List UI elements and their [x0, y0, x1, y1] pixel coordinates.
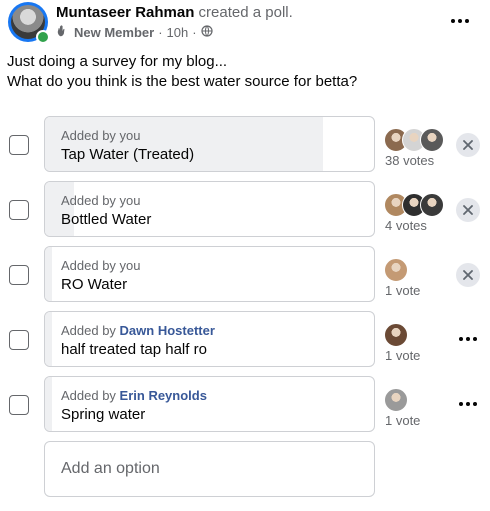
- option-text: RO Water: [61, 276, 128, 293]
- new-member-wave-icon: [56, 24, 70, 41]
- remove-option-button[interactable]: [456, 133, 480, 157]
- vote-count[interactable]: 4 votes: [385, 218, 427, 233]
- close-icon: [463, 270, 473, 280]
- post-text-line: Just doing a survey for my blog...: [7, 53, 228, 70]
- vote-count[interactable]: 1 vote: [385, 413, 420, 428]
- vote-share-bar: [45, 312, 53, 366]
- remove-option-button[interactable]: [456, 263, 480, 287]
- post-action-text: created a poll.: [198, 4, 293, 21]
- meta-separator: ·: [158, 25, 163, 40]
- post-body: Just doing a survey for my blog... What …: [7, 52, 357, 92]
- post-text-line: What do you think is the best water sour…: [7, 73, 358, 90]
- voter-avatars[interactable]: [384, 193, 444, 217]
- author-name[interactable]: Muntaseer Rahman: [56, 4, 194, 21]
- option-text: Tap Water (Treated): [61, 146, 195, 163]
- add-option-box[interactable]: [44, 441, 375, 497]
- post-timestamp[interactable]: 10h: [167, 25, 189, 40]
- added-by-prefix: Added by you: [61, 258, 141, 273]
- more-horizontal-icon: [459, 337, 477, 341]
- voter-avatar: [420, 128, 444, 152]
- option-added-by: Added by you: [61, 258, 141, 273]
- post-more-button[interactable]: [448, 12, 472, 30]
- close-icon: [463, 140, 473, 150]
- added-by-name[interactable]: Erin Reynolds: [120, 388, 207, 403]
- voter-avatar: [384, 258, 408, 282]
- vote-checkbox[interactable]: [9, 200, 29, 220]
- added-by-prefix: Added by you: [61, 128, 141, 143]
- vote-count[interactable]: 1 vote: [385, 283, 420, 298]
- member-badge[interactable]: New Member: [74, 25, 154, 40]
- voter-avatars[interactable]: [384, 128, 444, 152]
- voter-avatars[interactable]: [384, 388, 408, 412]
- voter-avatar: [420, 193, 444, 217]
- poll-option-row: Added by you Bottled Water 4 votes: [0, 181, 490, 237]
- remove-option-button[interactable]: [456, 198, 480, 222]
- voter-avatars[interactable]: [384, 258, 408, 282]
- globe-icon[interactable]: [200, 25, 213, 40]
- voter-avatar: [384, 323, 408, 347]
- vote-share-bar: [45, 377, 53, 431]
- meta-separator: ·: [192, 25, 197, 40]
- add-option-input[interactable]: [61, 442, 361, 496]
- poll-option[interactable]: Added by Dawn Hostetter half treated tap …: [44, 311, 375, 367]
- option-text: Spring water: [61, 406, 146, 423]
- vote-share-bar: [45, 247, 53, 301]
- poll-option-row: Added by you Tap Water (Treated) 38 votes: [0, 116, 490, 172]
- author-line: Muntaseer Rahman created a poll.: [56, 4, 293, 21]
- added-by-prefix: Added by: [61, 388, 120, 403]
- option-added-by: Added by Erin Reynolds: [61, 388, 207, 403]
- poll-option[interactable]: Added by you Tap Water (Treated): [44, 116, 375, 172]
- poll-option[interactable]: Added by you RO Water: [44, 246, 375, 302]
- option-added-by: Added by you: [61, 193, 141, 208]
- vote-count[interactable]: 38 votes: [385, 153, 434, 168]
- option-text: Bottled Water: [61, 211, 152, 228]
- more-horizontal-icon: [459, 402, 477, 406]
- poll-option[interactable]: Added by Erin Reynolds Spring water: [44, 376, 375, 432]
- vote-checkbox[interactable]: [9, 265, 29, 285]
- poll-option-row: Added by Dawn Hostetter half treated tap …: [0, 311, 490, 367]
- voter-avatar: [384, 388, 408, 412]
- poll-option-row: Added by you RO Water 1 vote: [0, 246, 490, 302]
- added-by-name[interactable]: Dawn Hostetter: [120, 323, 215, 338]
- added-by-prefix: Added by: [61, 323, 120, 338]
- voter-avatars[interactable]: [384, 323, 408, 347]
- option-added-by: Added by Dawn Hostetter: [61, 323, 215, 338]
- close-icon: [463, 205, 473, 215]
- vote-checkbox[interactable]: [9, 395, 29, 415]
- vote-count[interactable]: 1 vote: [385, 348, 420, 363]
- more-horizontal-icon: [451, 19, 469, 23]
- option-more-button[interactable]: [458, 396, 478, 412]
- option-text: half treated tap half ro: [61, 341, 207, 358]
- online-status-dot: [36, 30, 50, 44]
- vote-checkbox[interactable]: [9, 135, 29, 155]
- post-header: Muntaseer Rahman created a poll. New Mem…: [8, 2, 482, 44]
- author-avatar[interactable]: [8, 2, 50, 44]
- poll-option[interactable]: Added by you Bottled Water: [44, 181, 375, 237]
- added-by-prefix: Added by you: [61, 193, 141, 208]
- vote-checkbox[interactable]: [9, 330, 29, 350]
- post-meta: New Member · 10h ·: [56, 24, 213, 41]
- option-added-by: Added by you: [61, 128, 141, 143]
- poll-option-row: Added by Erin Reynolds Spring water 1 vote: [0, 376, 490, 432]
- option-more-button[interactable]: [458, 331, 478, 347]
